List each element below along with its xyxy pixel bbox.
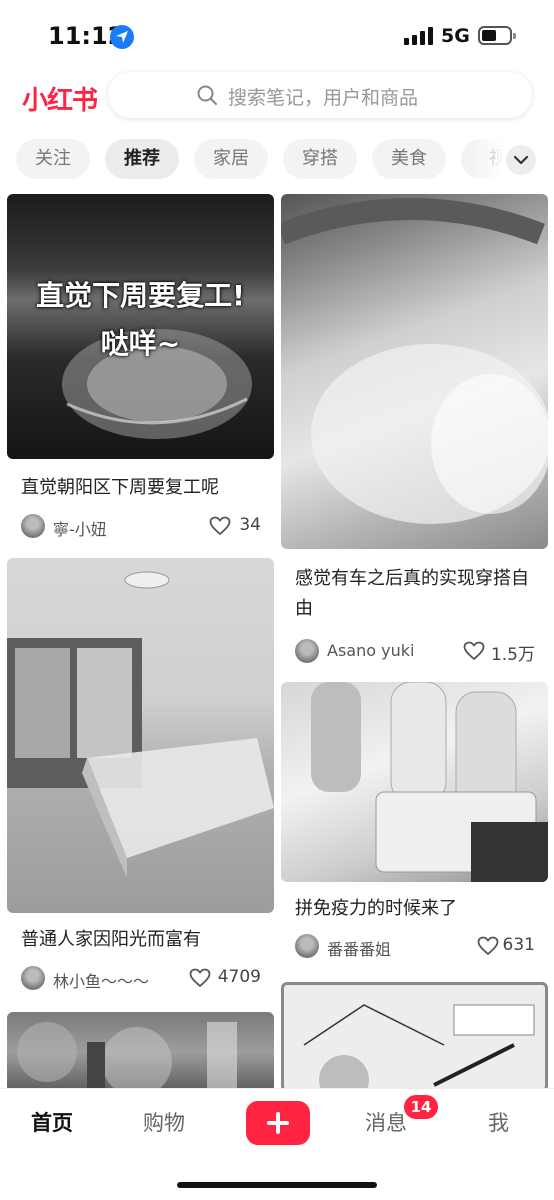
card-author: 林小鱼～～～: [53, 972, 150, 991]
tab-food[interactable]: 美食: [372, 139, 446, 179]
app-logo[interactable]: 小红书: [22, 80, 98, 117]
nav-home[interactable]: 首页: [31, 1107, 73, 1137]
image-caption-line2: 哒咩~: [100, 327, 181, 360]
card-title: 感觉有车之后真的实现穿搭自由: [295, 568, 529, 619]
home-indicator: [177, 1182, 377, 1188]
tab-fashion[interactable]: 穿搭: [283, 139, 357, 179]
card-title: 拼免疫力的时候来了: [295, 898, 457, 919]
card-author: 番番番姐: [327, 940, 392, 959]
feed-card[interactable]: [281, 982, 548, 1088]
card-title: 普通人家因阳光而富有: [21, 929, 201, 950]
card-image: 直觉下周要复工! 哒咩~: [7, 194, 274, 459]
nav-messages[interactable]: 消息: [365, 1107, 407, 1137]
feed-card[interactable]: [7, 1012, 274, 1088]
network-type: 5G: [441, 25, 470, 47]
location-arrow-icon: [110, 25, 134, 49]
feed-card[interactable]: 直觉下周要复工! 哒咩~ 直觉朝阳区下周要复工呢 寧-小妞 34: [7, 194, 274, 544]
avatar: [21, 966, 45, 990]
search-icon: [197, 85, 217, 105]
like-count: 1.5万: [490, 645, 535, 665]
nav-me[interactable]: 我: [488, 1107, 509, 1137]
search-bar[interactable]: 搜索笔记，用户和商品: [108, 72, 532, 118]
feed: 直觉下周要复工! 哒咩~ 直觉朝阳区下周要复工呢 寧-小妞 34 感觉有车之后真…: [0, 190, 554, 1088]
feed-card[interactable]: 拼免疫力的时候来了 番番番姐 631: [281, 682, 548, 982]
plus-icon[interactable]: [246, 1101, 310, 1145]
search-placeholder: 搜索笔记，用户和商品: [228, 87, 419, 109]
tab-home[interactable]: 家居: [194, 139, 268, 179]
card-image: [7, 558, 274, 913]
like-count: 631: [502, 935, 535, 955]
tab-follow[interactable]: 关注: [16, 139, 90, 179]
tab-recommend[interactable]: 推荐: [105, 139, 179, 179]
avatar: [21, 514, 45, 538]
like-count: 4709: [217, 967, 261, 987]
card-author: 寧-小妞: [53, 520, 107, 539]
status-bar: 11:12 5G: [0, 0, 554, 72]
image-caption-line1: 直觉下周要复工!: [36, 279, 245, 312]
chevron-down-icon[interactable]: [506, 145, 536, 175]
avatar: [295, 934, 319, 958]
battery-icon: [478, 26, 516, 45]
feed-card[interactable]: 感觉有车之后真的实现穿搭自由 Asano yuki 1.5万: [281, 194, 548, 674]
card-title: 直觉朝阳区下周要复工呢: [21, 477, 219, 498]
nav-shop[interactable]: 购物: [143, 1107, 185, 1137]
card-image: [7, 1012, 274, 1088]
like-count: 34: [239, 515, 261, 535]
category-tabs: 关注 推荐 家居 穿搭 美食 视: [0, 136, 554, 182]
card-author: Asano yuki: [327, 641, 415, 660]
avatar: [295, 639, 319, 663]
feed-card[interactable]: 普通人家因阳光而富有 林小鱼～～～ 4709: [7, 558, 274, 998]
signal-icon: [404, 27, 434, 45]
card-image: [281, 194, 548, 549]
card-image: [281, 982, 548, 1088]
card-image: [281, 682, 548, 882]
messages-badge: 14: [404, 1095, 438, 1119]
